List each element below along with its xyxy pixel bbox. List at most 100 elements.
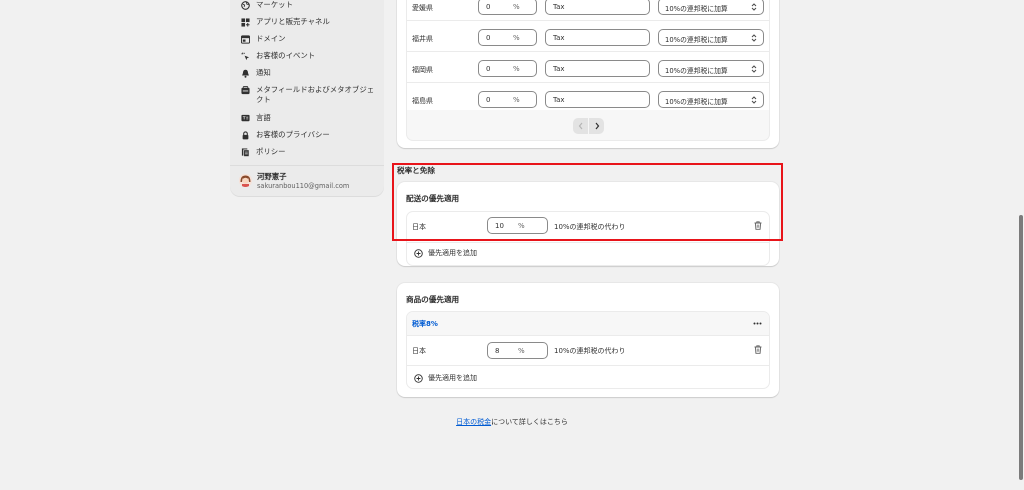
sidebar-item-notifications[interactable]: 通知: [240, 68, 380, 78]
more-actions-icon[interactable]: [753, 322, 762, 325]
metafield-icon: [240, 85, 250, 95]
override-description: 10%の連邦税の代わり: [554, 347, 626, 355]
region-name: 福島県: [412, 97, 433, 105]
policy-icon: [240, 147, 250, 157]
tax-help-link[interactable]: 日本の税金: [456, 418, 491, 426]
sidebar-item-label: マーケット: [256, 0, 293, 9]
select-chevron-icon: [751, 65, 757, 73]
override-rate-value: 8: [495, 347, 500, 355]
sidebar-item-label: 言語: [256, 113, 271, 122]
scrollbar-thumb[interactable]: [1019, 215, 1023, 480]
collection-header: [407, 312, 769, 336]
select-chevron-icon: [751, 34, 757, 42]
shipping-overrides-card: 配送の優先適用 日本 10 % 10%の連邦税の代わり 優先適用を追加: [397, 182, 779, 266]
globe-icon: [240, 0, 250, 10]
collection-link[interactable]: 税率8%: [412, 319, 438, 329]
override-rate-value: 10: [495, 222, 504, 230]
percent-unit: %: [513, 3, 520, 11]
overrides-section-title: 税率と免除: [397, 166, 435, 175]
bell-icon: [240, 68, 250, 78]
sidebar-item-domains[interactable]: ドメイン: [240, 34, 380, 44]
region-tax-method-value: 10%の連邦税に加算: [665, 36, 728, 44]
region-tax-name-input[interactable]: Tax: [545, 91, 650, 108]
sidebar-item-markets[interactable]: マーケット: [240, 0, 380, 10]
settings-sidebar: マーケット アプリと販売チャネル ドメイン お客様のイベント 通知 メタフィール…: [230, 0, 384, 196]
region-tax-method-select[interactable]: 10%の連邦税に加算: [658, 0, 764, 15]
row-divider: [407, 20, 769, 21]
sidebar-divider: [230, 165, 384, 166]
region-tax-method-select[interactable]: 10%の連邦税に加算: [658, 91, 764, 108]
previous-page-button[interactable]: [573, 118, 588, 134]
pagination: [573, 118, 604, 134]
percent-unit: %: [518, 222, 525, 230]
add-override-label: 優先適用を追加: [428, 249, 477, 257]
row-divider: [407, 51, 769, 52]
percent-unit: %: [518, 347, 525, 355]
region-rate-value: 0: [486, 96, 491, 104]
chevron-right-icon: [595, 122, 599, 130]
region-tax-name-value: Tax: [553, 34, 565, 42]
region-rate-input[interactable]: 0 %: [478, 60, 537, 77]
region-tax-name-value: Tax: [553, 65, 565, 73]
add-override-label: 優先適用を追加: [428, 374, 477, 382]
sidebar-item-metafields[interactable]: メタフィールドおよびメタオブジェクト: [240, 85, 375, 105]
row-divider: [407, 82, 769, 83]
region-name: 福井県: [412, 35, 433, 43]
region-name: 福岡県: [412, 66, 433, 74]
region-rate-input[interactable]: 0 %: [478, 0, 537, 15]
percent-unit: %: [513, 34, 520, 42]
override-description: 10%の連邦税の代わり: [554, 223, 626, 231]
sidebar-item-languages[interactable]: 言語: [240, 113, 380, 123]
plus-circle-icon: [414, 373, 423, 383]
next-page-button[interactable]: [589, 118, 604, 134]
region-rate-input[interactable]: 0 %: [478, 91, 537, 108]
sidebar-item-label: 通知: [256, 68, 271, 77]
chevron-left-icon: [578, 122, 582, 130]
footer-help-text: について詳しくはこちら: [491, 418, 568, 426]
sidebar-item-apps[interactable]: アプリと販売チャネル: [240, 17, 380, 27]
region-tax-method-select[interactable]: 10%の連邦税に加算: [658, 29, 764, 46]
sidebar-item-label: メタフィールドおよびメタオブジェクト: [256, 85, 375, 104]
sidebar-item-label: お客様のプライバシー: [256, 130, 330, 139]
avatar[interactable]: [239, 174, 252, 187]
override-region: 日本: [412, 347, 426, 355]
shipping-overrides-title: 配送の優先適用: [406, 194, 460, 203]
sidebar-item-customer-events[interactable]: お客様のイベント: [240, 51, 380, 61]
sidebar-item-label: ドメイン: [256, 34, 286, 43]
region-tax-method-value: 10%の連邦税に加算: [665, 5, 728, 13]
user-email: sakuranbou110@gmail.com: [257, 182, 350, 190]
region-tax-method-value: 10%の連邦税に加算: [665, 98, 728, 106]
select-chevron-icon: [751, 96, 757, 104]
region-tax-method-value: 10%の連邦税に加算: [665, 67, 728, 75]
override-region: 日本: [412, 223, 426, 231]
product-overrides-title: 商品の優先適用: [406, 295, 460, 304]
sidebar-item-policies[interactable]: ポリシー: [240, 147, 380, 157]
sidebar-item-label: アプリと販売チャネル: [256, 17, 330, 26]
product-overrides-card: 商品の優先適用 税率8% 日本 8 % 10%の連邦税の代わり 優先適用を追加: [397, 283, 779, 397]
shipping-override-rate-input[interactable]: 10 %: [487, 217, 548, 234]
region-rate-input[interactable]: 0 %: [478, 29, 537, 46]
footer-help: 日本の税金について詳しくはこちら: [0, 417, 1024, 427]
select-chevron-icon: [751, 3, 757, 11]
delete-trash-icon[interactable]: [754, 221, 762, 230]
region-tax-name-input[interactable]: Tax: [545, 29, 650, 46]
apps-icon: [240, 17, 250, 27]
region-tax-name-input[interactable]: Tax: [545, 0, 650, 15]
region-rate-value: 0: [486, 65, 491, 73]
user-name: 河野憲子: [257, 172, 287, 181]
region-tax-name-value: Tax: [553, 96, 565, 104]
sidebar-item-privacy[interactable]: お客様のプライバシー: [240, 130, 380, 140]
percent-unit: %: [513, 96, 520, 104]
add-shipping-override-button[interactable]: 優先適用を追加: [414, 248, 477, 258]
add-product-override-button[interactable]: 優先適用を追加: [414, 373, 477, 383]
region-tax-method-select[interactable]: 10%の連邦税に加算: [658, 60, 764, 77]
plus-circle-icon: [414, 248, 423, 258]
region-tax-name-input[interactable]: Tax: [545, 60, 650, 77]
row-divider: [407, 365, 769, 366]
delete-trash-icon[interactable]: [754, 345, 762, 354]
domain-icon: [240, 34, 250, 44]
product-override-rate-input[interactable]: 8 %: [487, 342, 548, 359]
percent-unit: %: [513, 65, 520, 73]
row-divider: [407, 242, 769, 243]
cursor-sparkle-icon: [240, 51, 250, 61]
